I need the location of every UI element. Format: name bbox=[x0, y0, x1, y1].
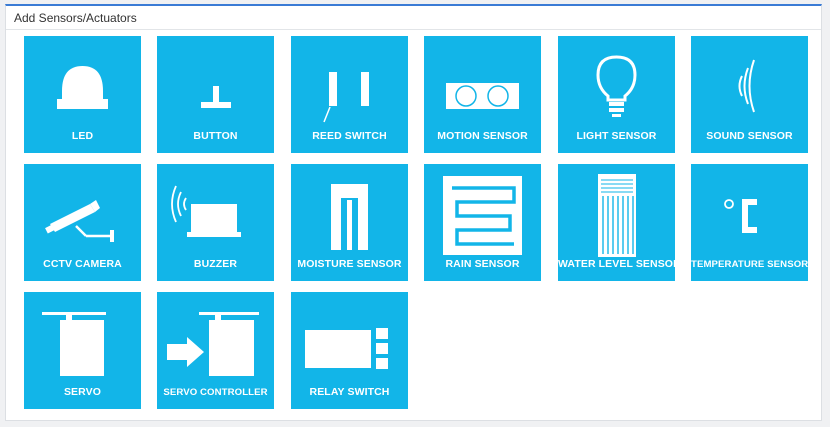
tile-button[interactable]: BUTTON bbox=[157, 36, 274, 153]
sensors-panel: Add Sensors/Actuators LED BUTTON REED SW… bbox=[5, 4, 822, 421]
panel-title: Add Sensors/Actuators bbox=[14, 11, 137, 25]
tile-label: MOTION SENSOR bbox=[437, 130, 528, 142]
tile-label: CCTV CAMERA bbox=[43, 258, 122, 270]
servo-controller-icon bbox=[167, 312, 259, 376]
tile-led[interactable]: LED bbox=[24, 36, 141, 153]
motion-sensor-icon bbox=[446, 83, 519, 109]
tile-label: MOISTURE SENSOR bbox=[297, 258, 402, 270]
reed-switch-icon bbox=[323, 72, 369, 123]
tile-label: REED SWITCH bbox=[312, 130, 387, 142]
tile-label: SOUND SENSOR bbox=[706, 130, 793, 142]
relay-switch-icon bbox=[305, 328, 388, 369]
tile-moisture-sensor[interactable]: MOISTURE SENSOR bbox=[291, 164, 408, 281]
tile-reed-switch[interactable]: REED SWITCH bbox=[291, 36, 408, 153]
tile-label: BUTTON bbox=[193, 130, 238, 142]
light-bulb-icon bbox=[596, 55, 637, 117]
tile-motion-sensor[interactable]: MOTION SENSOR bbox=[424, 36, 541, 153]
cctv-camera-icon bbox=[45, 200, 114, 242]
tile-light-sensor[interactable]: LIGHT SENSOR bbox=[558, 36, 675, 153]
tile-sound-sensor[interactable]: SOUND SENSOR bbox=[691, 36, 808, 153]
tile-label: SERVO CONTROLLER bbox=[163, 387, 268, 398]
tile-label: RELAY SWITCH bbox=[309, 386, 390, 398]
tile-label: LED bbox=[71, 130, 94, 142]
tile-label: RAIN SENSOR bbox=[445, 258, 520, 270]
tile-label: TEMPERATURE SENSOR bbox=[691, 259, 809, 270]
tile-rain-sensor[interactable]: RAIN SENSOR bbox=[424, 164, 541, 281]
panel-divider bbox=[6, 29, 821, 30]
water-level-sensor-icon bbox=[598, 174, 636, 257]
tile-label: SERVO bbox=[63, 386, 102, 398]
tile-temperature-sensor[interactable]: TEMPERATURE SENSOR bbox=[691, 164, 808, 281]
tile-servo[interactable]: SERVO bbox=[24, 292, 141, 409]
tile-servo-controller[interactable]: SERVO CONTROLLER bbox=[157, 292, 274, 409]
sound-waves-icon bbox=[738, 59, 755, 113]
tile-label: WATER LEVEL SENSOR bbox=[558, 258, 681, 270]
moisture-sensor-icon bbox=[331, 184, 368, 250]
buzzer-icon bbox=[171, 185, 241, 237]
celsius-icon bbox=[724, 199, 757, 233]
led-icon bbox=[57, 66, 108, 109]
tile-cctv-camera[interactable]: CCTV CAMERA bbox=[24, 164, 141, 281]
tile-water-level-sensor[interactable]: WATER LEVEL SENSOR bbox=[558, 164, 681, 281]
tile-relay-switch[interactable]: RELAY SWITCH bbox=[291, 292, 408, 409]
rain-sensor-icon bbox=[443, 176, 522, 255]
tile-label: LIGHT SENSOR bbox=[576, 130, 657, 142]
button-icon bbox=[201, 86, 231, 108]
servo-icon bbox=[42, 312, 106, 376]
tile-buzzer[interactable]: BUZZER bbox=[157, 164, 274, 281]
tile-label: BUZZER bbox=[193, 258, 238, 270]
